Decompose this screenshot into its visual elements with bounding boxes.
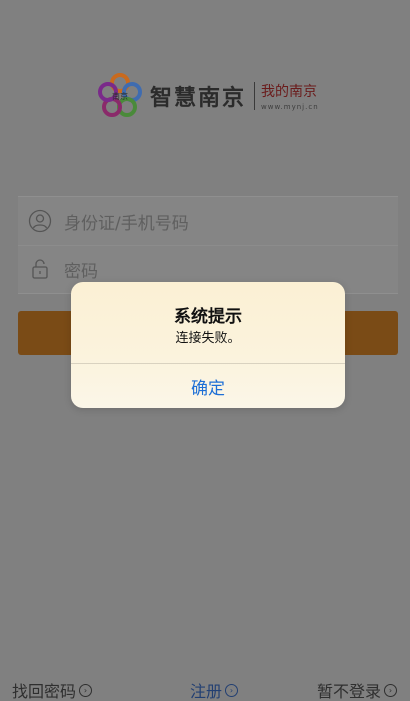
app-name: 智慧南京 <box>150 85 247 111</box>
alert-confirm-button[interactable]: 确定 <box>71 364 345 408</box>
logo-subtitle-group: 我的南京 www.mynj.cn <box>261 81 319 111</box>
alert-title: 系统提示 <box>174 307 242 327</box>
alert-dialog: 系统提示 连接失败。 确定 <box>71 282 345 408</box>
skip-login-link[interactable]: 暂不登录 › <box>317 678 398 701</box>
lock-icon <box>32 259 48 279</box>
app-logo: 南京 智慧南京 我的南京 www.mynj.cn <box>96 70 319 122</box>
id-placeholder: 身份证/手机号码 <box>64 213 189 234</box>
circle-arrow-right-icon: › <box>384 683 398 697</box>
register-link[interactable]: 注册 › <box>190 678 239 701</box>
find-password-link[interactable]: 找回密码 › <box>12 678 93 701</box>
id-field[interactable]: 身份证/手机号码 <box>18 197 398 246</box>
find-password-label: 找回密码 <box>12 682 77 701</box>
logo-flower-icon: 南京 <box>98 73 142 117</box>
password-placeholder: 密码 <box>64 261 98 282</box>
logo-url: www.mynj.cn <box>261 103 319 111</box>
circle-arrow-right-icon: › <box>225 683 239 697</box>
login-form: 身份证/手机号码 密码 <box>18 196 398 294</box>
bottom-links: 找回密码 › 注册 › 暂不登录 › <box>0 674 410 701</box>
logo-divider <box>254 82 256 110</box>
circle-arrow-right-icon: › <box>79 683 93 697</box>
logo-mark-text: 南京 <box>112 91 128 101</box>
logo-subtitle: 我的南京 <box>261 84 318 100</box>
user-icon <box>28 209 52 233</box>
register-label: 注册 <box>190 682 223 701</box>
alert-message: 连接失败。 <box>175 331 241 346</box>
skip-login-label: 暂不登录 <box>317 682 382 701</box>
